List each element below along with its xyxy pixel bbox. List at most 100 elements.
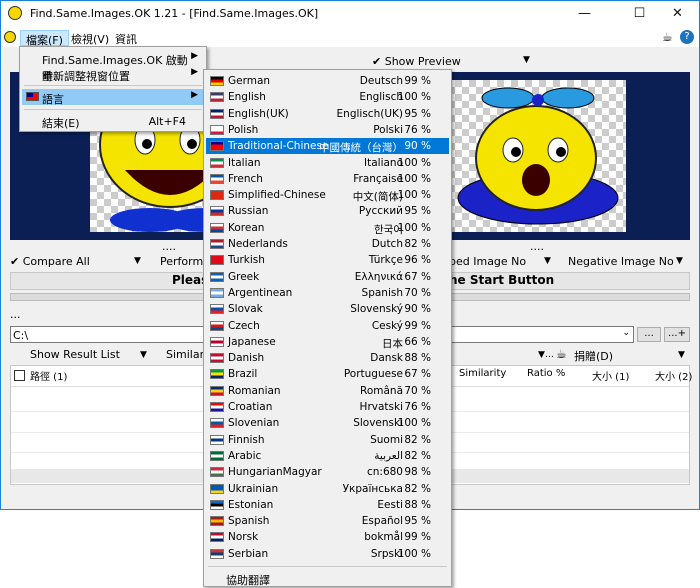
flag-icon — [210, 222, 224, 233]
language-native-name: Deutsch — [359, 75, 403, 87]
language-item[interactable]: Spanish Español 95 % — [206, 513, 449, 529]
menu-file[interactable]: 檔案(F) — [20, 30, 69, 47]
minimize-button[interactable]: — — [562, 1, 607, 27]
language-item[interactable]: Slovak Slovenský 90 % — [206, 301, 449, 317]
language-item[interactable]: Estonian Eesti 88 % — [206, 497, 449, 513]
help-icon[interactable]: ? — [680, 30, 694, 44]
language-name: Slovak — [228, 303, 263, 316]
language-name: Norsk — [228, 531, 259, 544]
language-item[interactable]: Russian Русский 95 % — [206, 203, 449, 219]
translation-percent: 70 % — [404, 384, 431, 397]
language-item[interactable]: Czech Ceský 99 % — [206, 318, 449, 334]
language-item[interactable]: Polish Polski 76 % — [206, 122, 449, 138]
submenu-arrow-icon: ▶ — [191, 67, 198, 77]
select-all-checkbox[interactable] — [14, 370, 25, 381]
language-item[interactable]: Korean 한국어 100 % — [206, 220, 449, 236]
browse-button[interactable]: ... — [637, 327, 661, 342]
close-button[interactable]: ✕ — [655, 1, 700, 27]
menu-item-exit[interactable]: 結束(E) Alt+F4 — [22, 113, 204, 130]
language-item[interactable]: Danish Dansk 88 % — [206, 350, 449, 366]
flag-icon — [210, 173, 224, 184]
language-name: Estonian — [228, 498, 274, 511]
language-name: Czech — [228, 319, 260, 332]
language-item[interactable]: Greek Ελληνικά 67 % — [206, 269, 449, 285]
donate-button[interactable]: 捐贈(D) — [574, 348, 613, 364]
language-native-name: Portuguese — [343, 368, 403, 381]
column-ratio[interactable]: Ratio % — [527, 368, 565, 379]
translation-percent: 95 % — [404, 205, 431, 218]
language-native-name: Ceský — [371, 319, 403, 332]
preview-dropdown-icon[interactable]: ▼ — [523, 55, 530, 65]
language-item[interactable]: French Française 100 % — [206, 171, 449, 187]
language-item[interactable]: HungarianMagyar cn:680 98 % — [206, 464, 449, 480]
help-translate-item[interactable]: 協助翻譯 — [206, 570, 449, 587]
donate-menu-icon[interactable]: ▼ — [678, 350, 685, 360]
column-similarity[interactable]: Similarity — [459, 368, 506, 379]
menu-item-reset-window[interactable]: 重新調整視窗位置 ▶ — [22, 66, 204, 83]
language-item[interactable]: Arabic العربية 82 % — [206, 448, 449, 464]
app-menu-icon[interactable] — [4, 31, 16, 43]
language-item[interactable]: Norsk bokmål 99 % — [206, 529, 449, 545]
start-banner-right: he Start Button — [449, 273, 555, 287]
language-item[interactable]: English Englisch 100 % — [206, 89, 449, 105]
flag-icon — [210, 287, 224, 298]
language-submenu: 協助翻譯 German Deutsch 99 % English Englisch 100… — [203, 69, 452, 587]
language-native-name: Suomi — [370, 433, 403, 446]
language-item[interactable]: Serbian Srpski 100 % — [206, 546, 449, 562]
coffee-icon[interactable]: ☕ — [662, 30, 673, 44]
language-native-name: العربية — [374, 449, 403, 462]
language-native-name: bokmål — [364, 531, 403, 544]
result-dropdown-icon[interactable]: ▼ — [140, 350, 147, 360]
compare-dropdown-icon[interactable]: ▼ — [134, 256, 141, 266]
menu-info[interactable]: 資訊 — [110, 30, 142, 46]
language-native-name: Française — [353, 172, 403, 185]
menu-item-language[interactable]: 語言 ▶ — [22, 89, 204, 106]
translation-percent: 90 % — [404, 140, 431, 153]
language-item[interactable]: Finnish Suomi 82 % — [206, 432, 449, 448]
show-preview-check[interactable]: ✔ Show Preview — [372, 55, 461, 68]
translation-percent: 90 % — [404, 303, 431, 316]
taiwan-flag-icon — [26, 92, 39, 101]
negative-image-option[interactable]: Negative Image No — [568, 255, 674, 268]
language-item[interactable]: Ukrainian Українська 82 % — [206, 481, 449, 497]
language-item[interactable]: Japanese 日本 66 % — [206, 334, 449, 350]
flag-icon — [210, 336, 224, 347]
language-item[interactable]: English(UK) Englisch(UK) 95 % — [206, 106, 449, 122]
language-native-name: Slovenski — [353, 417, 403, 430]
flag-icon — [210, 304, 224, 315]
language-item[interactable]: Simplified-Chinese 中文(简体) 100 % — [206, 187, 449, 203]
column-path[interactable]: 路徑 (1) — [30, 368, 67, 383]
language-native-name: Eesti — [377, 498, 403, 511]
window-title: Find.Same.Images.OK 1.21 - [Find.Same.Im… — [30, 7, 319, 20]
language-item[interactable]: Nederlands Dutch 82 % — [206, 236, 449, 252]
donate-dropdown-icon[interactable]: ▼… — [538, 350, 554, 360]
language-item[interactable]: Romanian Română 70 % — [206, 383, 449, 399]
language-native-name: Slovenský — [350, 303, 403, 316]
menu-view[interactable]: 檢視(V) — [66, 30, 114, 46]
show-result-list-button[interactable]: Show Result List — [30, 348, 120, 361]
language-item[interactable]: Croatian Hrvatski 76 % — [206, 399, 449, 415]
language-item[interactable]: Brazil Portuguese 67 % — [206, 366, 449, 382]
language-item[interactable]: Traditional-Chinese 中國傳統（台灣） 90 % — [206, 138, 449, 155]
flipped-image-option[interactable]: ped Image No — [449, 255, 526, 268]
flag-icon — [210, 108, 224, 119]
column-size2[interactable]: 大小 (2) — [655, 368, 692, 383]
translation-percent: 100 % — [397, 221, 431, 234]
path-dropdown-icon[interactable]: ⌄ — [622, 328, 630, 338]
language-native-name: Română — [360, 384, 403, 397]
language-item[interactable]: Argentinean Spanish 70 % — [206, 285, 449, 301]
column-size1[interactable]: 大小 (1) — [592, 368, 629, 383]
flag-icon — [210, 92, 224, 103]
donate-coffee-icon[interactable]: ☕ — [556, 347, 567, 361]
negative-dropdown-icon[interactable]: ▼ — [676, 256, 683, 266]
language-item[interactable]: Turkish Türkçe 96 % — [206, 252, 449, 268]
add-path-button[interactable]: ...+ — [664, 327, 690, 342]
menu-item-on-startup[interactable]: Find.Same.Images.OK 啟動時... ▶ — [22, 50, 204, 83]
flipped-dropdown-icon[interactable]: ▼ — [544, 256, 551, 266]
language-native-name: 中國傳統（台灣） — [319, 142, 403, 155]
language-name: Serbian — [228, 547, 269, 560]
language-item[interactable]: German Deutsch 99 % — [206, 73, 449, 89]
language-item[interactable]: Italian Italiano 100 % — [206, 155, 449, 171]
compare-all-check[interactable]: ✔ Compare All — [10, 255, 90, 268]
language-item[interactable]: Slovenian Slovenski 100 % — [206, 415, 449, 431]
